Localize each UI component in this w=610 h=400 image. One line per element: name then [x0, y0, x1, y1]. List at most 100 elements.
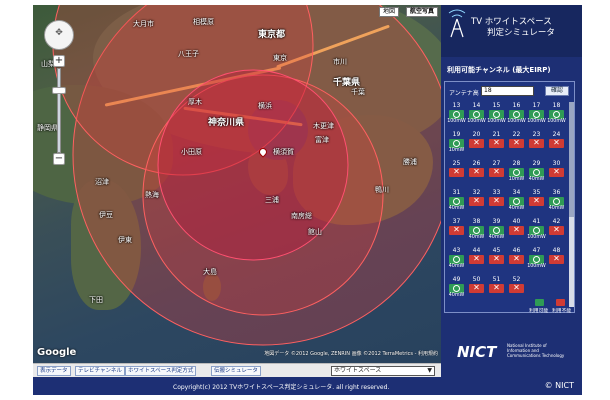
- map-type-map-button[interactable]: 地図: [378, 7, 399, 17]
- display-mode-value: ホワイトスペース: [334, 367, 382, 374]
- map-place-label: 沼津: [95, 178, 109, 186]
- channel-cell[interactable]: 52: [508, 276, 525, 300]
- map-place-label: 東京都: [258, 30, 286, 40]
- available-icon: [469, 110, 484, 119]
- whitespace-method-button[interactable]: ホワイトスペース判定方式: [125, 366, 197, 376]
- map-view[interactable]: 大月市 相模原 東京都 千葉県 山梨県 八王子 東京 市川 静岡県 神奈川県 横浜 千葉 厚木 小田原 横須…: [33, 5, 441, 363]
- channel-cell[interactable]: 23: [528, 131, 545, 155]
- channel-cell[interactable]: 36 40mW: [548, 189, 565, 213]
- channel-cell[interactable]: 42: [548, 218, 565, 242]
- channel-cell[interactable]: 35: [528, 189, 545, 213]
- channel-cell[interactable]: 16 100mW: [507, 102, 526, 126]
- channel-cell[interactable]: 20: [468, 131, 485, 155]
- channel-cell[interactable]: 45: [488, 247, 505, 271]
- channel-cell[interactable]: 14 100mW: [467, 102, 486, 126]
- map-type-satellite-button[interactable]: 航空写真: [405, 7, 438, 17]
- channel-cell[interactable]: 29 40mW: [528, 160, 545, 184]
- map-place-label: 南房総: [291, 212, 312, 220]
- zoom-slider-track[interactable]: [57, 68, 61, 153]
- channel-cell[interactable]: 22: [508, 131, 525, 155]
- channel-power: 100mW: [507, 119, 526, 124]
- display-data-button[interactable]: 表示データ: [37, 366, 71, 376]
- channel-cell[interactable]: 13 100mW: [447, 102, 466, 126]
- channel-cell[interactable]: 21: [488, 131, 505, 155]
- zoom-in-button[interactable]: +: [53, 55, 65, 67]
- channel-cell[interactable]: 40: [508, 218, 525, 242]
- channel-number: 46: [512, 247, 521, 254]
- channel-power: 100mW: [527, 119, 546, 124]
- channel-cell[interactable]: 37: [448, 218, 465, 242]
- pan-control[interactable]: ✥: [44, 20, 74, 50]
- zoom-slider-handle[interactable]: [52, 87, 66, 94]
- channel-number: 41: [532, 218, 541, 225]
- map-place-label: 大島: [203, 268, 217, 276]
- channel-power: 10mW: [448, 148, 465, 153]
- channel-cell[interactable]: 49 40mW: [448, 276, 465, 300]
- channel-number: 37: [452, 218, 461, 225]
- channel-cell[interactable]: 34 40mW: [508, 189, 525, 213]
- channel-cell[interactable]: 17 100mW: [527, 102, 546, 126]
- channel-number: 38: [472, 218, 481, 225]
- channel-number: 15: [492, 102, 501, 109]
- channel-cell[interactable]: 50: [468, 276, 485, 300]
- channel-number: 47: [532, 247, 541, 254]
- channel-cell[interactable]: 46: [508, 247, 525, 271]
- channel-cell[interactable]: 48: [548, 247, 565, 271]
- channel-cell[interactable]: 30: [548, 160, 565, 184]
- channel-cell[interactable]: 28 10mW: [508, 160, 525, 184]
- map-place-label: 静岡県: [37, 124, 58, 132]
- channel-cell[interactable]: 31 40mW: [448, 189, 465, 213]
- channel-cell[interactable]: 44: [468, 247, 485, 271]
- channel-number: 23: [532, 131, 541, 138]
- channel-power: 40mW: [528, 177, 545, 182]
- channel-cell[interactable]: 39 40mW: [488, 218, 505, 242]
- channel-panel: TV ホワイトスペース 判定シミュレータ 利用可能チャンネル (最大EIRP) …: [441, 5, 582, 377]
- channel-list[interactable]: アンテナ高 18 確認 13 100mW 14 100mW 15 100mW 16 100mW…: [444, 81, 575, 313]
- channel-number: 17: [532, 102, 541, 109]
- legend-ok-icon: [535, 299, 544, 306]
- unavailable-icon: [469, 167, 484, 177]
- channel-cell[interactable]: 18 100mW: [547, 102, 566, 126]
- channel-cell[interactable]: 19 10mW: [448, 131, 465, 155]
- channel-cell[interactable]: 27: [488, 160, 505, 184]
- channel-cell[interactable]: 26: [468, 160, 485, 184]
- tv-tower-icon: [448, 9, 466, 38]
- channel-scrollbar[interactable]: [569, 102, 574, 307]
- channel-number: 28: [512, 160, 521, 167]
- antenna-height-input[interactable]: 18: [481, 86, 534, 96]
- bottom-toolbar: 表示データ テレビチャンネル ホワイトスペース判定方式 伝搬シミュレータ ホワイ…: [33, 363, 441, 377]
- tv-channel-button[interactable]: テレビチャンネル: [75, 366, 125, 376]
- channel-number: 45: [492, 247, 501, 254]
- channel-cell[interactable]: 41 100mW: [527, 218, 546, 242]
- radio-sim-button[interactable]: 伝搬シミュレータ: [211, 366, 261, 376]
- unavailable-icon: [509, 225, 524, 235]
- channel-power: 40mW: [488, 235, 505, 240]
- channel-cell[interactable]: 51: [488, 276, 505, 300]
- available-icon: [449, 255, 464, 264]
- channel-power: 100mW: [547, 119, 566, 124]
- available-icon: [489, 110, 504, 119]
- unavailable-icon: [549, 254, 564, 264]
- channel-cell[interactable]: 24: [548, 131, 565, 155]
- zoom-out-button[interactable]: −: [53, 153, 65, 165]
- unavailable-icon: [489, 196, 504, 206]
- channel-number: 33: [492, 189, 501, 196]
- display-mode-select[interactable]: ホワイトスペース ▼: [331, 366, 435, 376]
- confirm-button[interactable]: 確認: [545, 86, 569, 96]
- scrollbar-thumb[interactable]: [569, 102, 574, 217]
- available-icon: [529, 226, 544, 235]
- channel-cell[interactable]: 32: [468, 189, 485, 213]
- channel-cell[interactable]: 15 100mW: [487, 102, 506, 126]
- channel-number: 49: [452, 276, 461, 283]
- channel-cell[interactable]: 25: [448, 160, 465, 184]
- channel-cell[interactable]: 47 100mW: [527, 247, 546, 271]
- channel-number: 52: [512, 276, 521, 283]
- channel-number: 31: [452, 189, 461, 196]
- channel-number: 40: [512, 218, 521, 225]
- channel-cell[interactable]: 33: [488, 189, 505, 213]
- channel-power: 40mW: [448, 293, 465, 298]
- channel-power: 100mW: [527, 235, 546, 240]
- channel-cell[interactable]: 38 40mW: [468, 218, 485, 242]
- map-place-label: 三浦: [265, 196, 279, 204]
- channel-cell[interactable]: 43 40mW: [448, 247, 465, 271]
